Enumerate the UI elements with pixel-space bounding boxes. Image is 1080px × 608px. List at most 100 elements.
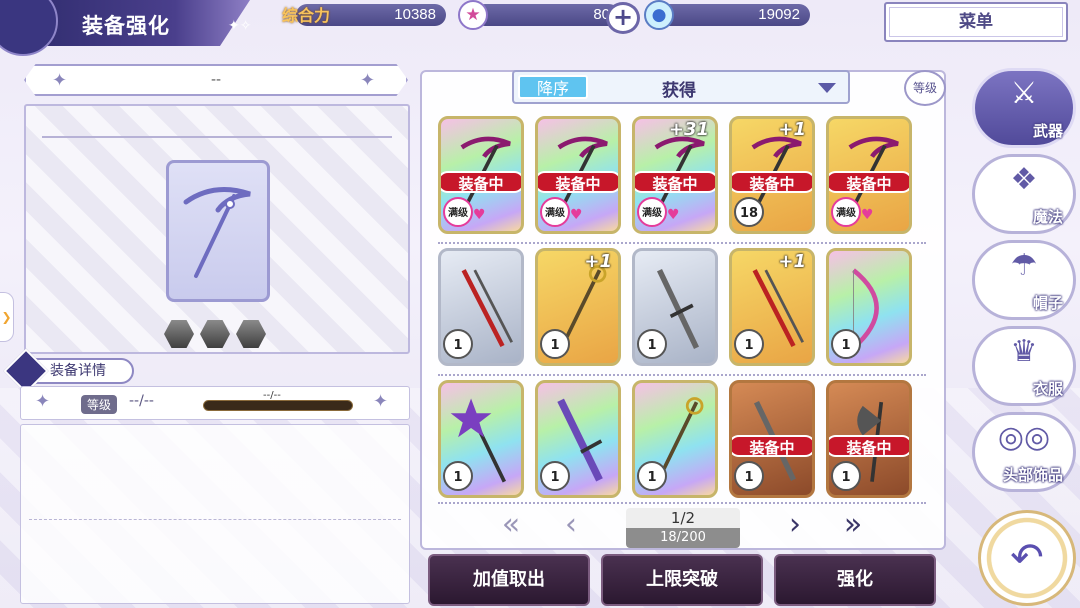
equipment-card[interactable]: 装备中 1 <box>826 380 912 498</box>
category-clothes[interactable]: ♛ 衣服 <box>972 326 1076 406</box>
first-page-icon[interactable]: « <box>496 508 526 544</box>
plus-value: +31 <box>668 119 709 140</box>
level-badge: 1 <box>540 461 570 491</box>
slot-hex-icon <box>200 320 230 348</box>
plus-value: +1 <box>778 119 806 140</box>
heart-icon: ♥ <box>667 207 680 223</box>
currency-value: 19092 <box>758 6 800 23</box>
heart-icon: ♥ <box>570 207 583 223</box>
sparkle-icon: ✦ <box>360 70 376 91</box>
stamina-star-icon: ★ <box>458 0 488 30</box>
limit-break-button[interactable]: 上限突破 <box>601 554 763 606</box>
back-arrow-icon: ↶ <box>1010 535 1044 581</box>
equipped-badge: 装备中 <box>441 171 521 193</box>
slot-hex-icon <box>236 320 266 348</box>
level-label: 等级 <box>81 395 118 414</box>
equipped-badge: 装备中 <box>635 171 715 193</box>
equipment-card[interactable]: 1 <box>632 248 718 366</box>
sort-order-toggle[interactable]: 降序 <box>518 75 588 99</box>
equipment-detail-tab[interactable]: 装备详情 <box>3 348 134 394</box>
last-page-icon[interactable]: » <box>838 508 868 544</box>
detail-tab-label: 装备详情 <box>50 363 106 379</box>
equipment-card[interactable]: 装备中 满级 ♥ <box>438 116 524 234</box>
sort-key: 获得 <box>662 81 696 101</box>
level-value: --/-- <box>129 393 154 409</box>
dropdown-arrow-icon[interactable] <box>818 83 836 93</box>
sparkle-icon: ✦✧ <box>228 18 252 34</box>
add-stamina-button[interactable]: + <box>606 2 640 34</box>
placeholder-scythe-card <box>166 160 270 302</box>
level-row: ✦ 等级 --/-- --/-- ✦ <box>20 386 410 420</box>
equipment-card[interactable]: +1 1 <box>535 248 621 366</box>
category-weapon[interactable]: ⚔ 武器 <box>972 68 1076 148</box>
page-indicator: 1/2 18/200 <box>626 508 740 548</box>
divider <box>42 136 392 138</box>
level-badge: 1 <box>831 461 861 491</box>
category-head-accessory[interactable]: ◎◎ 头部饰品 <box>972 412 1076 492</box>
equipment-card[interactable]: +1 装备中 18 <box>729 116 815 234</box>
equipped-badge: 装备中 <box>829 171 909 193</box>
category-magic[interactable]: ❖ 魔法 <box>972 154 1076 234</box>
equipment-card[interactable]: 1 <box>632 380 718 498</box>
category-hat[interactable]: ☂ 帽子 <box>972 240 1076 320</box>
page-number: 1/2 <box>670 509 696 527</box>
level-badge: 满级 <box>637 197 667 227</box>
item-name-banner: -- <box>24 64 408 96</box>
plus-value: +1 <box>584 251 612 272</box>
equipped-badge: 装备中 <box>732 171 812 193</box>
heart-icon: ♥ <box>473 207 486 223</box>
level-filter-button[interactable]: 等级 <box>904 70 946 106</box>
equipment-card[interactable]: 1 <box>438 248 524 366</box>
item-count: 18/200 <box>660 530 706 545</box>
slot-hex-icon <box>164 320 194 348</box>
equipment-card[interactable]: +31 装备中满级 ♥ <box>632 116 718 234</box>
item-preview <box>24 104 410 354</box>
equipment-card[interactable]: 装备中 1 <box>729 380 815 498</box>
category-label: 帽子 <box>1032 294 1063 312</box>
equipped-badge: 装备中 <box>732 435 812 457</box>
level-badge: 1 <box>734 329 764 359</box>
plus-value: +1 <box>778 251 806 272</box>
inventory-grid: 装备中 满级 ♥ 装备中 满级 ♥ +31 装备中 满级 ♥ +1 装备中 18 装备中 满级 ♥ 1 +1 1 1 +… <box>438 116 928 498</box>
equipment-card[interactable]: 装备中 满级 ♥ <box>535 116 621 234</box>
equipment-card[interactable]: 1 <box>438 380 524 498</box>
heart-icon: ♥ <box>861 207 874 223</box>
side-drawer-toggle[interactable]: ❯ <box>0 292 14 342</box>
clothes-icon: ♛ <box>1010 334 1038 369</box>
equipment-card[interactable]: 1 <box>826 248 912 366</box>
sparkle-icon: ✦ <box>52 70 68 91</box>
page-title: 装备强化 <box>82 14 170 38</box>
enhance-button[interactable]: 强化 <box>774 554 936 606</box>
equipment-card[interactable]: 1 <box>535 380 621 498</box>
menu-button[interactable]: 菜单 <box>884 2 1068 42</box>
glasses-icon: ◎◎ <box>997 420 1051 455</box>
sparkle-icon: ✦ <box>373 391 389 412</box>
category-label: 魔法 <box>1032 208 1063 226</box>
power-label: 综合力 <box>282 6 331 25</box>
level-badge: 1 <box>443 329 473 359</box>
description-box <box>20 424 410 604</box>
exp-text: --/-- <box>263 390 281 401</box>
level-badge: 1 <box>637 329 667 359</box>
power-value: 10388 <box>394 6 436 23</box>
level-badge: 1 <box>443 461 473 491</box>
equipment-card[interactable]: 装备中 满级 ♥ <box>826 116 912 234</box>
stamina-bar: 80 <box>474 4 620 26</box>
divider <box>29 519 401 520</box>
sort-bar[interactable]: 降序 获得 <box>512 70 850 104</box>
scythe-icon <box>183 187 251 278</box>
exp-bar <box>203 400 353 411</box>
level-badge: 1 <box>831 329 861 359</box>
back-button[interactable]: ↶ <box>978 510 1076 606</box>
equipment-card[interactable]: +1 1 <box>729 248 815 366</box>
item-name: -- <box>210 72 222 88</box>
currency-bar: 19092 <box>654 4 810 26</box>
next-page-icon[interactable]: › <box>780 508 810 544</box>
hat-icon: ☂ <box>1010 248 1038 283</box>
prev-page-icon[interactable]: ‹ <box>556 508 586 544</box>
category-label: 头部饰品 <box>1002 466 1063 484</box>
level-badge: 18 <box>734 197 764 227</box>
category-label: 武器 <box>1032 122 1063 140</box>
potion-icon: ● <box>644 0 674 30</box>
cancel-bonus-button[interactable]: 加值取出 <box>428 554 590 606</box>
